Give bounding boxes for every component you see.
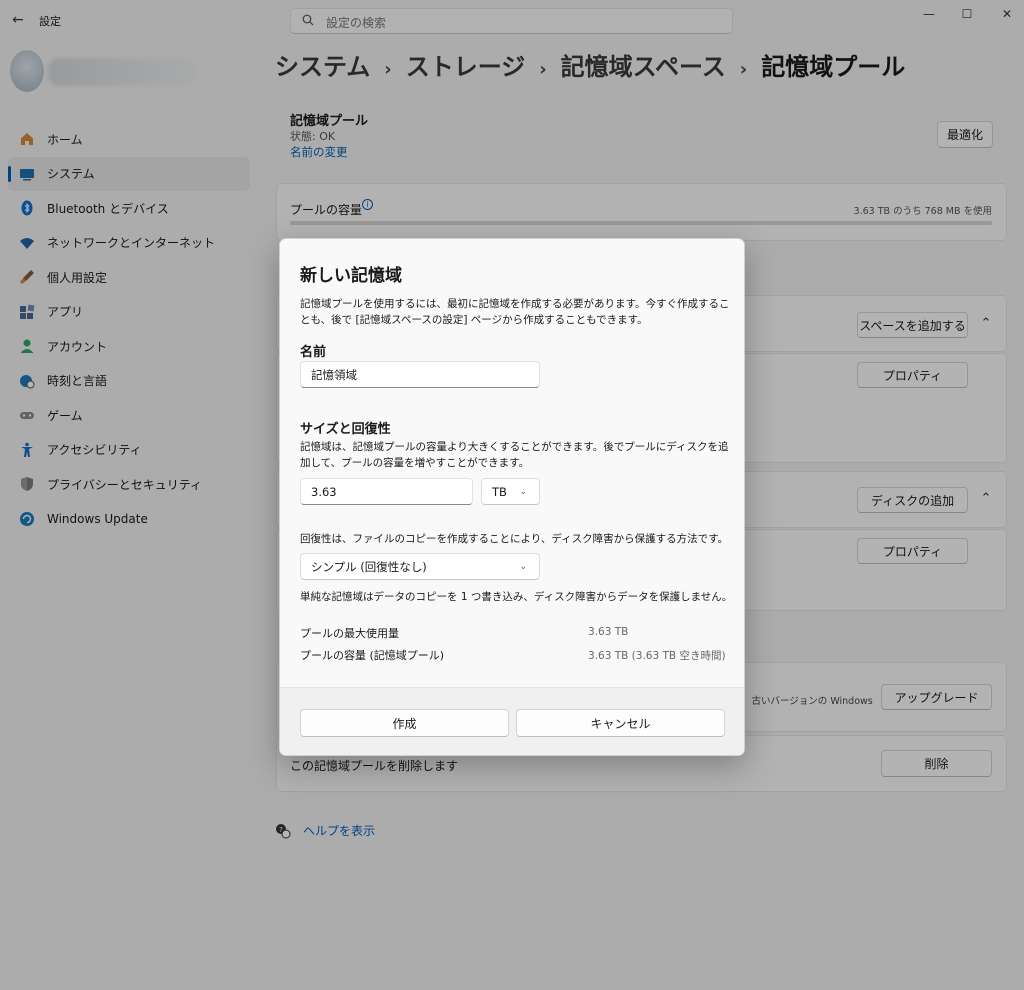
- chevron-down-icon: ⌄: [519, 486, 527, 497]
- name-input[interactable]: 記憶領域: [300, 361, 540, 388]
- new-storage-dialog: 新しい記憶域 記憶域プールを使用するには、最初に記憶域を作成する必要があります。…: [279, 238, 745, 756]
- size-description: 記憶域は、記憶域プールの容量より大きくすることができます。後でプールにディスクを…: [300, 441, 729, 469]
- cancel-button[interactable]: キャンセル: [516, 709, 725, 737]
- max-usage-label: プールの最大使用量: [300, 627, 399, 640]
- dialog-footer: 作成 キャンセル: [280, 687, 744, 755]
- chevron-down-icon: ⌄: [519, 561, 527, 572]
- resiliency-select[interactable]: シンプル (回復性なし) ⌄: [300, 553, 540, 580]
- name-heading: 名前: [300, 345, 327, 360]
- dialog-description: 記憶域プールを使用するには、最初に記憶域を作成する必要があります。今すぐ作成する…: [300, 298, 730, 326]
- dialog-title: 新しい記憶域: [300, 266, 402, 286]
- size-input[interactable]: 3.63: [300, 478, 473, 505]
- resiliency-value: シンプル (回復性なし): [311, 559, 427, 574]
- resiliency-description: 回復性は、ファイルのコピーを作成することにより、ディスク障害から保護する方法です…: [300, 533, 729, 545]
- size-resiliency-heading: サイズと回復性: [300, 422, 391, 437]
- resiliency-note: 単純な記憶域はデータのコピーを 1 つ書き込み、ディスク障害からデータを保護しま…: [300, 591, 733, 603]
- pool-capacity-value: 3.63 TB (3.63 TB 空き時間): [588, 650, 726, 662]
- size-unit-value: TB: [492, 484, 507, 499]
- create-button[interactable]: 作成: [300, 709, 509, 737]
- pool-capacity-label: プールの容量 (記憶域プール): [300, 649, 445, 662]
- size-unit-select[interactable]: TB ⌄: [481, 478, 540, 505]
- max-usage-value: 3.63 TB: [588, 626, 629, 638]
